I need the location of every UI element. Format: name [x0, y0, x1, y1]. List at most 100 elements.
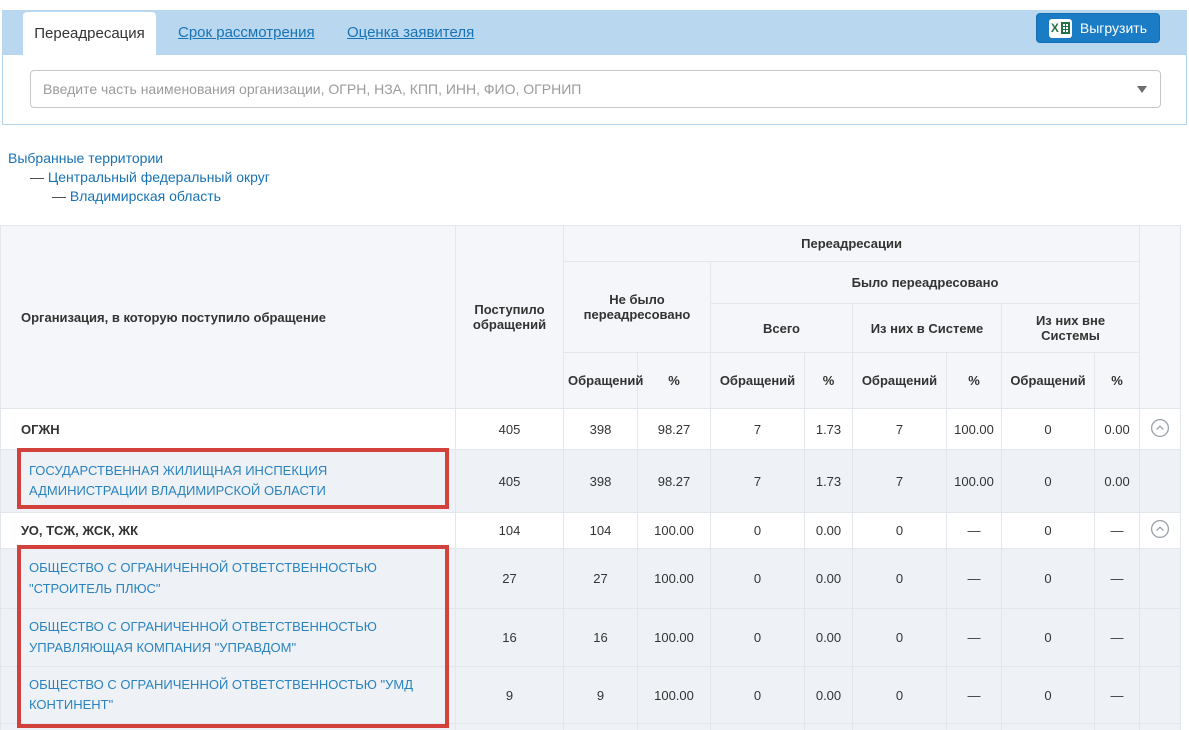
- cell: 0.00: [1095, 409, 1140, 450]
- cell: 98.27: [638, 409, 711, 450]
- cell: 16: [564, 609, 638, 667]
- selected-territories: Выбранные территории — Центральный федер…: [8, 149, 270, 206]
- cell: 0: [711, 667, 805, 724]
- excel-icon-letter: X: [1051, 22, 1059, 34]
- tab-applicant-rating[interactable]: Оценка заявителя: [347, 10, 474, 54]
- territory-item: — Владимирская область: [8, 187, 270, 206]
- territory-dash: —: [30, 169, 44, 185]
- cell: —: [1095, 513, 1140, 549]
- col-header-appeals: Обращений: [711, 353, 805, 409]
- col-header-percent: %: [947, 353, 1002, 409]
- cell: 0.00: [805, 549, 853, 609]
- col-header-percent: %: [805, 353, 853, 409]
- cell: 0: [711, 513, 805, 549]
- cell: 100.00: [638, 513, 711, 549]
- export-button[interactable]: X Выгрузить: [1036, 13, 1160, 43]
- col-header-received: Поступило обращений: [456, 226, 564, 409]
- org-group-name: УО, ТСЖ, ЖСК, ЖК: [1, 513, 456, 549]
- cell: 0.00: [805, 513, 853, 549]
- cell: 7: [711, 409, 805, 450]
- cell: 0: [853, 667, 947, 724]
- collapse-button[interactable]: [1150, 519, 1170, 539]
- org-link[interactable]: ОБЩЕСТВО С ОГРАНИЧЕННОЙ ОТВЕТСТВЕННОСТЬЮ…: [29, 677, 413, 712]
- cell: 100.00: [638, 667, 711, 724]
- table-row-org: ОБЩЕСТВО С ОГРАНИЧЕННОЙ ОТВЕТСТВЕННОСТЬЮ…: [1, 549, 1181, 609]
- cell: 0: [711, 549, 805, 609]
- cell: 1.73: [805, 409, 853, 450]
- cell: 405: [456, 450, 564, 513]
- export-button-label: Выгрузить: [1080, 20, 1147, 36]
- cell: 1.73: [805, 450, 853, 513]
- table-row-group: УО, ТСЖ, ЖСК, ЖК 104 104 100.00 0 0.00 0…: [1, 513, 1181, 549]
- cell: 100.00: [947, 409, 1002, 450]
- cell: 7: [853, 409, 947, 450]
- table-row-group: ОГЖН 405 398 98.27 7 1.73 7 100.00 0 0.0…: [1, 409, 1181, 450]
- col-header-appeals: Обращений: [564, 353, 638, 409]
- cell: 27: [456, 549, 564, 609]
- col-header-collapse: [1140, 226, 1181, 409]
- cell: 7: [711, 450, 805, 513]
- cell: 0.00: [805, 667, 853, 724]
- cell: —: [1095, 609, 1140, 667]
- table-row-partial: [1, 724, 1181, 730]
- cell: 100.00: [947, 450, 1002, 513]
- excel-icon: X: [1049, 19, 1072, 38]
- chevron-up-circle-icon: [1150, 519, 1170, 539]
- org-link[interactable]: ОБЩЕСТВО С ОГРАНИЧЕННОЙ ОТВЕТСТВЕННОСТЬЮ…: [29, 560, 377, 595]
- cell: 0.00: [1095, 450, 1140, 513]
- cell: 16: [456, 609, 564, 667]
- col-header-not-redirected: Не было переадресовано: [564, 262, 711, 353]
- cell: 100.00: [638, 609, 711, 667]
- cell: 0.00: [805, 609, 853, 667]
- territory-link-federal-district[interactable]: Центральный федеральный округ: [48, 169, 270, 185]
- organization-search-input[interactable]: [30, 70, 1161, 108]
- cell: 0: [853, 549, 947, 609]
- col-header-in-system: Из них в Системе: [853, 304, 1002, 353]
- cell: 104: [564, 513, 638, 549]
- tab-redirection[interactable]: Переадресация: [23, 12, 156, 55]
- territory-item: — Центральный федеральный округ: [8, 168, 270, 187]
- cell: 0: [1002, 667, 1095, 724]
- col-header-appeals: Обращений: [1002, 353, 1095, 409]
- org-link[interactable]: ОБЩЕСТВО С ОГРАНИЧЕННОЙ ОТВЕТСТВЕННОСТЬЮ…: [29, 619, 377, 654]
- organization-search: [30, 70, 1161, 108]
- cell: —: [947, 513, 1002, 549]
- cell: 0: [1002, 409, 1095, 450]
- col-header-redirects-group: Переадресации: [564, 226, 1140, 262]
- cell: 0: [1002, 609, 1095, 667]
- cell: 104: [456, 513, 564, 549]
- col-header-appeals: Обращений: [853, 353, 947, 409]
- cell: 27: [564, 549, 638, 609]
- cell: 405: [456, 409, 564, 450]
- dropdown-arrow-icon[interactable]: [1137, 86, 1147, 93]
- cell: 0: [853, 609, 947, 667]
- cell: 0: [1002, 450, 1095, 513]
- cell: 398: [564, 409, 638, 450]
- table-row-org: ОБЩЕСТВО С ОГРАНИЧЕННОЙ ОТВЕТСТВЕННОСТЬЮ…: [1, 667, 1181, 724]
- cell: —: [947, 549, 1002, 609]
- col-header-total: Всего: [711, 304, 853, 353]
- territories-title: Выбранные территории: [8, 149, 270, 168]
- cell: 398: [564, 450, 638, 513]
- filter-panel: [2, 54, 1187, 125]
- excel-icon-grid: [1061, 22, 1070, 34]
- cell: 0: [1002, 513, 1095, 549]
- cell: 100.00: [638, 549, 711, 609]
- report-page: Переадресация Срок рассмотрения Оценка з…: [0, 0, 1189, 730]
- tab-review-period[interactable]: Срок рассмотрения: [178, 10, 315, 54]
- collapse-button[interactable]: [1150, 418, 1170, 438]
- cell: 7: [853, 450, 947, 513]
- col-header-redirected: Было переадресовано: [711, 262, 1140, 304]
- col-header-percent: %: [638, 353, 711, 409]
- territory-dash: —: [52, 188, 66, 204]
- org-link[interactable]: ГОСУДАРСТВЕННАЯ ЖИЛИЩНАЯ ИНСПЕКЦИЯ АДМИН…: [29, 463, 327, 498]
- cell: —: [947, 667, 1002, 724]
- table-row-org: ГОСУДАРСТВЕННАЯ ЖИЛИЩНАЯ ИНСПЕКЦИЯ АДМИН…: [1, 450, 1181, 513]
- col-header-percent: %: [1095, 353, 1140, 409]
- cell: 9: [456, 667, 564, 724]
- cell: 0: [853, 513, 947, 549]
- cell: —: [1095, 549, 1140, 609]
- table-row-org: ОБЩЕСТВО С ОГРАНИЧЕННОЙ ОТВЕТСТВЕННОСТЬЮ…: [1, 609, 1181, 667]
- territory-link-region[interactable]: Владимирская область: [70, 188, 221, 204]
- cell: —: [947, 609, 1002, 667]
